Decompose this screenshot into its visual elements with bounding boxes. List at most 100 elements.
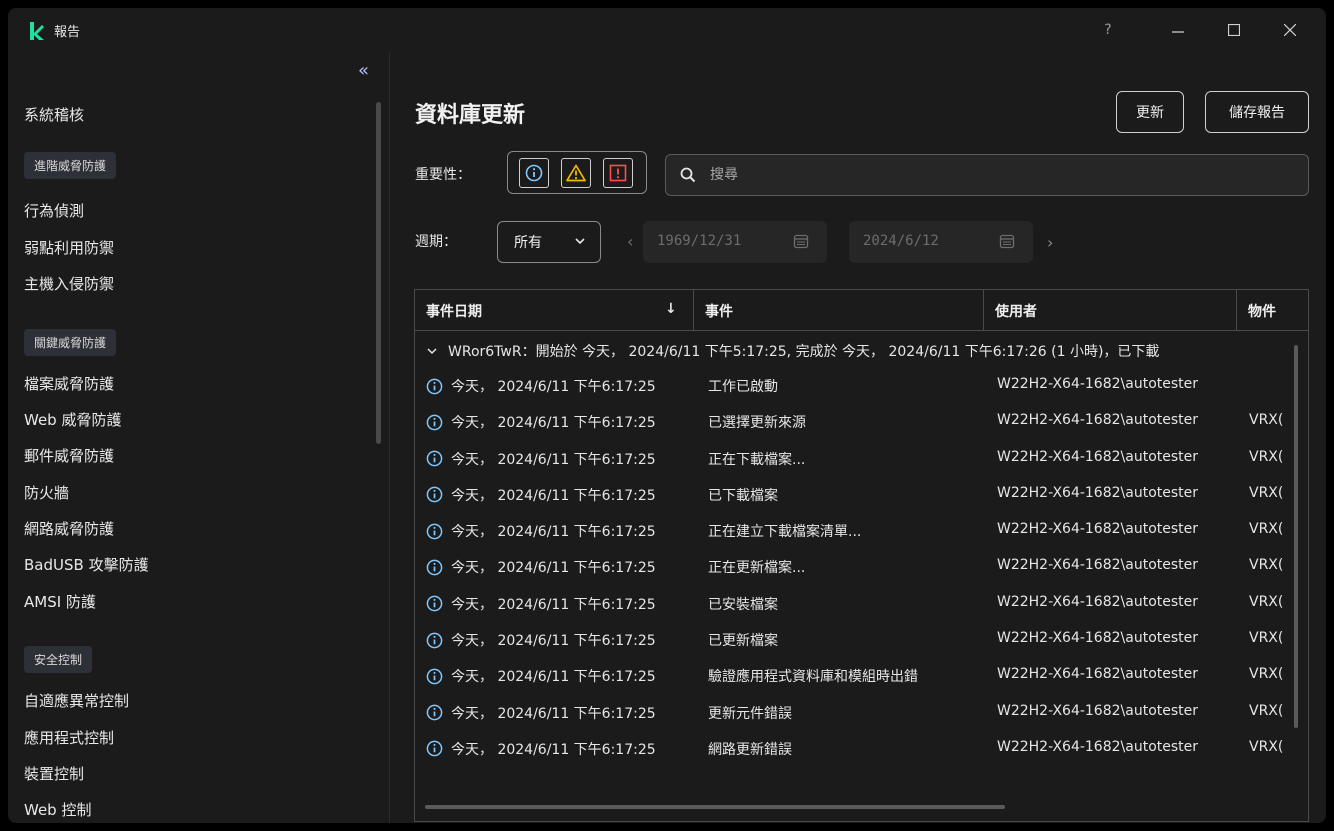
event-date-text: 今天， 2024/6/11 下午6:17:25 [451, 596, 656, 613]
sidebar-item-system-audit[interactable]: 系統稽核 [24, 104, 84, 125]
user-cell: W22H2-X64-1682\autotester [997, 412, 1199, 429]
chevron-down-icon[interactable] [426, 344, 448, 360]
severity-info-toggle[interactable] [519, 158, 549, 188]
sidebar-scrollbar[interactable] [376, 102, 381, 444]
event-date-cell: 今天， 2024/6/11 下午6:17:25 [426, 630, 701, 650]
event-cell: 已更新檔案 [708, 633, 778, 650]
minimize-button[interactable] [1158, 16, 1198, 44]
event-cell: 已下載檔案 [708, 487, 778, 504]
table-row[interactable]: 今天， 2024/6/11 下午6:17:25 網路更新錯誤 W22H2-X64-1… [415, 731, 1308, 767]
sidebar-item-mail-threat[interactable]: 郵件威脅防護 [24, 445, 114, 466]
table-row[interactable]: 今天， 2024/6/11 下午6:17:25 已選擇更新來源 W22H2-X64-… [415, 404, 1308, 440]
event-date-text: 今天， 2024/6/11 下午6:17:25 [451, 669, 656, 686]
sidebar-item-web-threat[interactable]: Web 威脅防護 [24, 409, 121, 430]
group-row[interactable]: WRor6TwR：開始於 今天， 2024/6/11 下午5:17:25, 完成… [415, 332, 1308, 368]
save-report-button[interactable]: 儲存報告 [1205, 91, 1309, 133]
sidebar-item-application-control[interactable]: 應用程式控制 [24, 727, 114, 748]
sidebar-item-adaptive-anomaly[interactable]: 自適應異常控制 [24, 690, 129, 711]
sidebar-section-essential-threat: 關鍵威脅防護 [24, 329, 117, 356]
sidebar-item-exploit-prevention[interactable]: 弱點利用防禦 [24, 237, 114, 258]
sidebar-item-web-control[interactable]: Web 控制 [24, 799, 91, 820]
severity-label: 重要性： [415, 167, 471, 183]
table-row[interactable]: 今天， 2024/6/11 下午6:17:25 正在建立下載檔案清單... W22H… [415, 513, 1308, 549]
event-date-cell: 今天， 2024/6/11 下午6:17:25 [426, 594, 701, 614]
sidebar-section-security-controls: 安全控制 [24, 646, 93, 673]
column-header-user[interactable]: 使用者 [984, 290, 1237, 331]
help-label: ? [1104, 22, 1112, 38]
sidebar-item-badusb[interactable]: BadUSB 攻擊防護 [24, 554, 149, 575]
event-date-cell: 今天， 2024/6/11 下午6:17:25 [426, 703, 701, 723]
event-cell: 更新元件錯誤 [708, 705, 792, 722]
maximize-icon [1228, 24, 1240, 36]
update-button[interactable]: 更新 [1116, 91, 1184, 133]
table-row[interactable]: 今天， 2024/6/11 下午6:17:25 驗證應用程式資料庫和模組時出錯 W2… [415, 658, 1308, 694]
sidebar-item-host-intrusion[interactable]: 主機入侵防禦 [24, 273, 114, 294]
date-from-field[interactable]: 1969/12/31 [643, 221, 827, 263]
search-input[interactable] [710, 163, 1270, 187]
close-button[interactable] [1270, 16, 1310, 44]
search-box [665, 154, 1309, 196]
sidebar-item-firewall[interactable]: 防火牆 [24, 482, 69, 503]
date-to-value: 2024/6/12 [863, 233, 939, 249]
table-row[interactable]: 今天， 2024/6/11 下午6:17:25 更新元件錯誤 W22H2-X64-1… [415, 695, 1308, 731]
column-header-object[interactable]: 物件 [1237, 290, 1308, 331]
event-cell: 工作已啟動 [708, 379, 778, 395]
next-period-icon[interactable]: › [1047, 233, 1053, 252]
user-cell: W22H2-X64-1682\autotester [997, 484, 1199, 501]
event-date-text: 今天， 2024/6/11 下午6:17:25 [451, 560, 656, 577]
table-row[interactable]: 今天， 2024/6/11 下午6:17:25 已下載檔案 W22H2-X64-16… [415, 477, 1308, 513]
info-icon [426, 523, 443, 540]
date-to-field[interactable]: 2024/6/12 [849, 221, 1033, 263]
severity-filter-group [507, 151, 647, 194]
info-icon [426, 704, 443, 721]
sort-descending-icon[interactable]: ↓ [665, 301, 677, 317]
info-icon [426, 378, 443, 394]
help-button[interactable]: ? [1088, 16, 1128, 44]
event-date-text: 今天， 2024/6/11 下午6:17:25 [451, 451, 656, 468]
sidebar-item-device-control[interactable]: 裝置控制 [24, 763, 84, 784]
sidebar-item-amsi[interactable]: AMSI 防護 [24, 591, 96, 612]
search-icon [680, 167, 696, 183]
previous-period-icon[interactable]: ‹ [627, 232, 633, 251]
object-cell: VRX( [1249, 593, 1284, 610]
sidebar-item-network-threat[interactable]: 網路威脅防護 [24, 518, 114, 539]
object-cell: VRX( [1249, 412, 1284, 429]
table-body: 今天， 2024/6/11 下午6:17:25 工作已啟動 W22H2-X64-16… [415, 368, 1308, 767]
user-cell: W22H2-X64-1682\autotester [997, 630, 1199, 647]
severity-critical-toggle[interactable] [603, 158, 633, 188]
maximize-button[interactable] [1214, 16, 1254, 44]
calendar-icon [793, 234, 809, 249]
collapse-sidebar-icon[interactable]: « [358, 62, 369, 80]
table-vertical-scrollbar[interactable] [1294, 345, 1298, 728]
event-date-text: 今天， 2024/6/11 下午6:17:25 [451, 705, 656, 722]
user-cell: W22H2-X64-1682\autotester [997, 448, 1199, 465]
table-horizontal-scrollbar[interactable] [425, 805, 1005, 809]
info-icon [426, 595, 443, 612]
event-date-cell: 今天， 2024/6/11 下午6:17:25 [426, 557, 701, 577]
event-date-text: 今天， 2024/6/11 下午6:17:25 [451, 524, 656, 541]
info-icon [426, 741, 443, 757]
object-cell: VRX( [1249, 702, 1284, 719]
error-icon [609, 164, 627, 182]
column-header-event[interactable]: 事件 [694, 290, 984, 331]
chevron-down-icon [575, 238, 585, 245]
event-cell: 網路更新錯誤 [708, 741, 792, 758]
table-row[interactable]: 今天， 2024/6/11 下午6:17:25 正在更新檔案... W22H2-X6… [415, 549, 1308, 585]
event-date-text: 今天， 2024/6/11 下午6:17:25 [451, 741, 656, 758]
event-cell: 正在更新檔案... [708, 560, 806, 577]
period-select[interactable]: 所有 [497, 221, 601, 263]
table-row[interactable]: 今天， 2024/6/11 下午6:17:25 已安裝檔案 W22H2-X64-16… [415, 586, 1308, 622]
sidebar-item-file-threat[interactable]: 檔案威脅防護 [24, 373, 114, 394]
events-table: 事件日期 ↓ 事件 使用者 物件 WRor6TwR：開始於 今天， 2024/6… [414, 289, 1309, 822]
sidebar-item-behavior-detection[interactable]: 行為偵測 [24, 200, 84, 221]
column-header-event-date[interactable]: 事件日期 [415, 290, 694, 331]
table-row[interactable]: 今天， 2024/6/11 下午6:17:25 已更新檔案 W22H2-X64-16… [415, 622, 1308, 658]
table-row[interactable]: 今天， 2024/6/11 下午6:17:25 工作已啟動 W22H2-X64-16… [415, 368, 1308, 404]
severity-warning-toggle[interactable] [561, 158, 591, 188]
column-label: 事件 [705, 304, 733, 320]
object-cell: VRX( [1249, 448, 1284, 465]
sidebar-section-advanced-threat: 進階威脅防護 [24, 152, 117, 179]
object-cell: VRX( [1249, 557, 1284, 574]
table-row[interactable]: 今天， 2024/6/11 下午6:17:25 正在下載檔案... W22H2-X6… [415, 441, 1308, 477]
table-header: 事件日期 ↓ 事件 使用者 物件 [415, 290, 1308, 331]
